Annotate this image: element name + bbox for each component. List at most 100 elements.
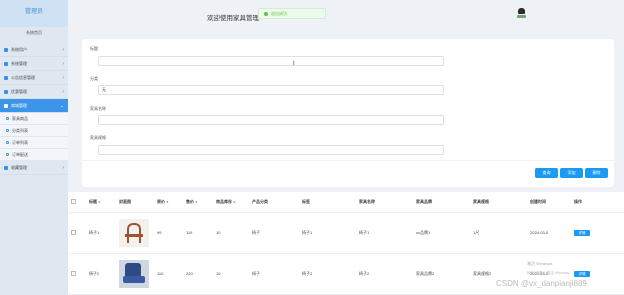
cell-action: 详情 — [571, 212, 624, 254]
toast-message: 退出成功 — [271, 10, 287, 16]
detail-button[interactable]: 详情 — [574, 270, 590, 277]
sidebar-subitem-delivery[interactable]: 订单配送 — [0, 149, 68, 161]
category-select[interactable] — [98, 85, 444, 95]
product-image[interactable] — [119, 259, 149, 288]
menu-dot-icon — [6, 129, 9, 132]
cell-category: 椅子 — [249, 253, 299, 295]
column-header: 创建时间 — [527, 192, 571, 213]
select-all-cell — [68, 192, 86, 213]
chair-seat — [123, 275, 145, 283]
menu-dot-icon — [6, 153, 9, 156]
column-header[interactable]: 标题 ⇅ — [86, 192, 116, 213]
cell-cover — [116, 212, 154, 254]
row-select-cell — [68, 253, 86, 295]
cell-stock: 10 — [213, 253, 249, 295]
sidebar-subitem-products[interactable]: 家具商品 — [0, 113, 68, 125]
menu-icon — [4, 89, 8, 94]
column-label: 标题 — [89, 198, 97, 204]
column-label: 封面图 — [119, 198, 131, 204]
sidebar-item-label: 系统用户 — [11, 46, 27, 52]
menu-dot-icon — [6, 141, 9, 144]
windows-activation-watermark: 激活 Windows — [527, 261, 553, 266]
cell-spec: 1尺 — [470, 212, 527, 254]
sidebar-item-notices[interactable]: 公告信息管理 › — [0, 71, 68, 85]
cell-sale: 119 — [183, 212, 213, 254]
column-header: 操作 — [571, 192, 624, 213]
cell-tag: 椅子1 — [299, 212, 356, 254]
chevron-right-icon: › — [62, 164, 64, 171]
delete-button[interactable]: 删除 — [585, 168, 608, 178]
select-all-checkbox[interactable] — [71, 198, 76, 204]
column-label: 商品库存 — [216, 198, 232, 204]
column-header: 家具品牌 — [413, 192, 470, 213]
sidebar-item-mall[interactable]: 商城管理 ⌄ — [0, 99, 68, 113]
sort-icon: ⇅ — [195, 199, 198, 204]
sidebar-item-system[interactable]: 系统管理 › — [0, 57, 68, 71]
menu-icon — [4, 47, 8, 52]
avatar[interactable] — [517, 8, 526, 19]
detail-button[interactable]: 详情 — [574, 229, 590, 236]
sort-icon: ⇅ — [233, 199, 236, 204]
column-header: 标签 — [299, 192, 356, 213]
column-header[interactable]: 原价 ⇅ — [154, 192, 183, 213]
menu-icon — [4, 165, 8, 170]
cell-title: 椅子2 — [86, 253, 116, 295]
page-title: 欢迎使用家具管理 — [207, 15, 259, 22]
sidebar-menu: 系统用户 › 系统管理 › 公告信息管理 › 优惠管理 › 商城管理 ⌄ 家具商品 分类列… — [0, 43, 68, 175]
windows-activation-hint: 转到"设置"以激活 Windows。 — [527, 271, 573, 275]
avatar-head — [518, 8, 525, 14]
sidebar-item-label: 收藏管理 — [11, 164, 27, 170]
cell-price: 110 — [154, 253, 183, 295]
column-label: 家具品牌 — [416, 198, 432, 204]
sidebar-subitem-label: 订单列表 — [12, 139, 28, 145]
cell-name: 椅子1 — [356, 212, 413, 254]
cell-price: 99 — [154, 212, 183, 254]
cell-brand: 家具品牌2 — [413, 253, 470, 295]
column-label: 家具名称 — [359, 198, 375, 204]
chevron-right-icon: › — [62, 60, 64, 67]
chevron-right-icon: › — [62, 46, 64, 53]
column-label: 标签 — [302, 198, 310, 204]
csdn-watermark: CSDN @vx_danpianji889 — [496, 279, 587, 288]
column-header[interactable]: 售价 ⇅ — [183, 192, 213, 213]
search-button[interactable]: 查询 — [535, 168, 558, 178]
success-icon — [264, 11, 268, 16]
row-checkbox[interactable] — [71, 270, 76, 276]
table-header-row: 标题 ⇅ 封面图 原价 ⇅ 售价 ⇅ 商品库存 ⇅ 产品分类 标签 家具名称 家… — [68, 192, 624, 213]
column-label: 产品分类 — [252, 198, 268, 204]
divider — [82, 160, 614, 161]
sidebar-item-users[interactable]: 系统用户 › — [0, 43, 68, 57]
cell-created: 2024-03-0 — [527, 212, 571, 254]
furniture-spec-input[interactable] — [98, 145, 444, 155]
top-header: 欢迎使用家具管理 退出成功 — [68, 0, 624, 32]
furniture-name-input[interactable] — [98, 115, 444, 125]
column-label: 原价 — [157, 198, 165, 204]
sidebar: 管理员 系统首页 系统用户 › 系统管理 › 公告信息管理 › 优惠管理 › 商城管理 ⌄… — [0, 0, 68, 295]
sidebar-item-discounts[interactable]: 优惠管理 › — [0, 85, 68, 99]
table-row: 椅子1 99 119 10 椅子 椅子1 椅子1 xx品牌1 1尺 2024-0… — [68, 212, 624, 254]
chevron-right-icon: › — [62, 74, 64, 81]
product-image[interactable] — [119, 218, 149, 247]
add-button[interactable]: 添加 — [560, 168, 583, 178]
column-header: 封面图 — [116, 192, 154, 213]
cell-tag: 椅子2 — [299, 253, 356, 295]
chevron-down-icon: ⌄ — [59, 102, 64, 109]
cell-name: 椅子2 — [356, 253, 413, 295]
sort-icon: ⇅ — [98, 199, 101, 204]
sidebar-item-favorites[interactable]: 收藏管理 › — [0, 161, 68, 175]
column-header[interactable]: 商品库存 ⇅ — [213, 192, 249, 213]
cell-title: 椅子1 — [86, 212, 116, 254]
sort-icon: ⇅ — [166, 199, 169, 204]
avatar-body — [517, 15, 526, 18]
row-checkbox[interactable] — [71, 229, 76, 235]
title-input[interactable] — [98, 56, 444, 66]
sidebar-item-label: 商城管理 — [11, 102, 27, 108]
column-label: 创建时间 — [530, 198, 546, 204]
menu-icon — [4, 75, 8, 80]
field-label-category: 分类 — [90, 76, 98, 81]
column-label: 售价 — [186, 198, 194, 204]
sidebar-subitem-categories[interactable]: 分类列表 — [0, 125, 68, 137]
sidebar-subitem-orders[interactable]: 订单列表 — [0, 137, 68, 149]
sidebar-home-link[interactable]: 系统首页 — [0, 28, 68, 38]
search-form-card: 标题 I 分类 家具名称 家具规格 查询 添加 删除 — [82, 39, 614, 187]
